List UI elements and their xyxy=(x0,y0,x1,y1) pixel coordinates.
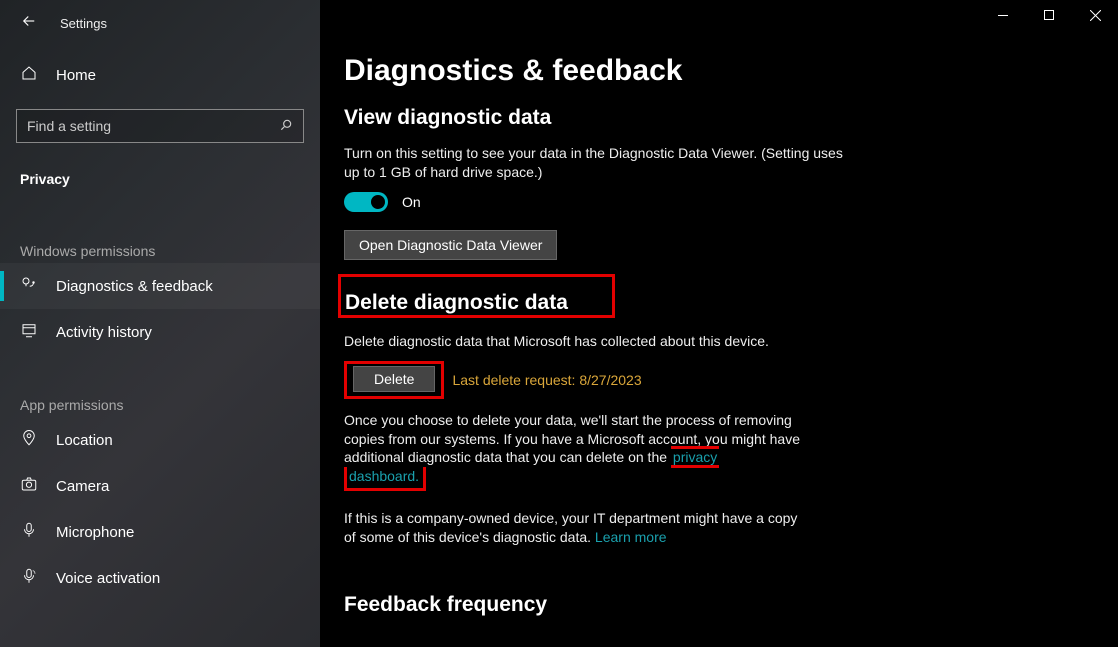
delete-button[interactable]: Delete xyxy=(353,366,435,392)
sidebar-item-microphone[interactable]: Microphone xyxy=(0,509,320,555)
back-button[interactable] xyxy=(20,12,38,35)
content-area: Diagnostics & feedback View diagnostic d… xyxy=(320,0,1118,647)
learn-more-link[interactable]: Learn more xyxy=(595,529,667,545)
sidebar-group-header: App permissions xyxy=(0,355,320,417)
sidebar-item-label: Activity history xyxy=(56,324,152,341)
view-data-description: Turn on this setting to see your data in… xyxy=(344,144,844,182)
delete-data-description: Delete diagnostic data that Microsoft ha… xyxy=(344,332,844,351)
home-icon xyxy=(20,65,38,85)
sidebar-item-label: Location xyxy=(56,432,113,449)
titlebar: Settings xyxy=(0,6,320,55)
feedback-icon xyxy=(20,275,38,297)
close-button[interactable] xyxy=(1072,0,1118,30)
window-title: Settings xyxy=(60,16,107,31)
company-device-note: If this is a company-owned device, your … xyxy=(344,509,804,547)
sidebar-item-label: Microphone xyxy=(56,524,134,541)
sidebar-item-diagnostics[interactable]: Diagnostics & feedback xyxy=(0,263,320,309)
delete-explainer: Once you choose to delete your data, we'… xyxy=(344,411,814,492)
search-icon xyxy=(279,118,293,135)
window-controls xyxy=(980,0,1118,30)
highlight-delete-button: Delete xyxy=(344,361,444,399)
sidebar: Settings Home Privacy Windows permission… xyxy=(0,0,320,647)
camera-icon xyxy=(20,475,38,497)
highlight-delete-heading: Delete diagnostic data xyxy=(338,274,615,318)
company-note-text: If this is a company-owned device, your … xyxy=(344,510,797,545)
history-icon xyxy=(20,321,38,343)
page-title: Diagnostics & feedback xyxy=(344,54,1078,88)
delete-data-heading: Delete diagnostic data xyxy=(345,291,568,315)
microphone-icon xyxy=(20,521,38,543)
location-icon xyxy=(20,429,38,451)
search-box[interactable] xyxy=(16,109,304,143)
sidebar-item-label: Camera xyxy=(56,478,109,495)
search-input[interactable] xyxy=(27,118,279,134)
sidebar-home-label: Home xyxy=(56,67,96,84)
delete-explainer-text: Once you choose to delete your data, we'… xyxy=(344,412,800,466)
minimize-button[interactable] xyxy=(980,0,1026,30)
sidebar-item-label: Diagnostics & feedback xyxy=(56,278,213,295)
voice-icon xyxy=(20,567,38,589)
sidebar-item-location[interactable]: Location xyxy=(0,417,320,463)
toggle-state-label: On xyxy=(402,194,421,210)
feedback-frequency-heading: Feedback frequency xyxy=(344,593,1078,617)
sidebar-item-camera[interactable]: Camera xyxy=(0,463,320,509)
sidebar-item-voice-activation[interactable]: Voice activation xyxy=(0,555,320,601)
view-data-toggle-row: On xyxy=(344,192,1078,212)
last-delete-request: Last delete request: 8/27/2023 xyxy=(452,372,641,388)
sidebar-category: Privacy xyxy=(0,157,320,201)
sidebar-home[interactable]: Home xyxy=(0,55,320,95)
maximize-button[interactable] xyxy=(1026,0,1072,30)
sidebar-group-header: Windows permissions xyxy=(0,201,320,263)
sidebar-item-label: Voice activation xyxy=(56,570,160,587)
open-diagnostic-viewer-button[interactable]: Open Diagnostic Data Viewer xyxy=(344,230,557,260)
sidebar-item-activity-history[interactable]: Activity history xyxy=(0,309,320,355)
view-data-toggle[interactable] xyxy=(344,192,388,212)
view-data-heading: View diagnostic data xyxy=(344,106,1078,130)
